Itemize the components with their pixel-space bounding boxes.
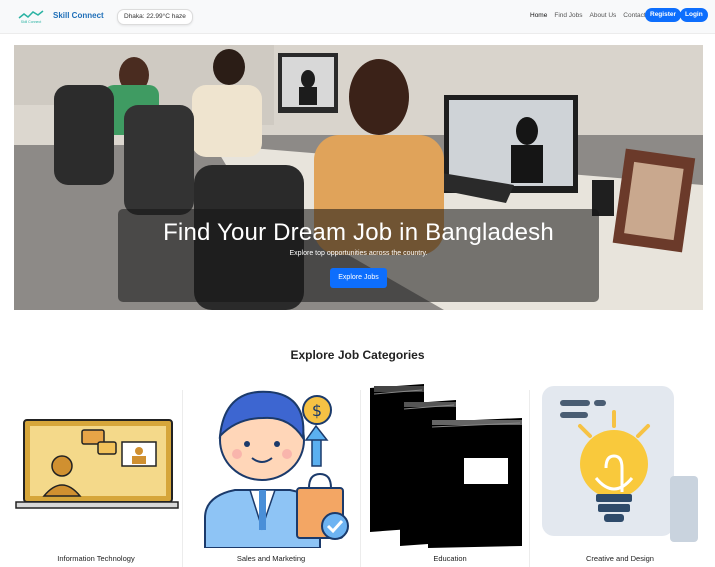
- books-icon: [370, 384, 522, 548]
- card-divider: [182, 390, 183, 567]
- brand-name[interactable]: Skill Connect: [53, 11, 104, 20]
- brand-logo[interactable]: Skill Connect: [18, 8, 44, 24]
- nav-link-home[interactable]: Home: [530, 12, 547, 19]
- hero-overlay: Find Your Dream Job in Bangladesh Explor…: [118, 209, 599, 302]
- weather-badge: Dhaka: 22.99°C haze: [117, 9, 193, 25]
- navbar: Skill Connect Skill Connect Dhaka: 22.99…: [0, 0, 715, 34]
- explore-jobs-button[interactable]: Explore Jobs: [330, 268, 387, 288]
- svg-text:Skill Connect: Skill Connect: [21, 20, 41, 24]
- category-label: Education: [433, 554, 467, 563]
- register-button[interactable]: Register: [645, 8, 682, 22]
- category-label: Creative and Design: [586, 554, 654, 563]
- category-card-education[interactable]: Education: [364, 378, 536, 567]
- hero-title: Find Your Dream Job in Bangladesh: [163, 219, 554, 246]
- online-meeting-icon: [15, 419, 179, 509]
- card-divider: [529, 390, 530, 567]
- hero-subtitle: Explore top opportunities across the cou…: [289, 250, 428, 257]
- brand-logo-icon: Skill Connect: [18, 10, 44, 24]
- category-card-sales-and-marketing[interactable]: $ Sales and Marketing: [185, 378, 357, 567]
- nav-link-contact[interactable]: Contact: [623, 12, 645, 19]
- card-divider: [360, 390, 361, 567]
- nav-link-find-jobs[interactable]: Find Jobs: [554, 12, 582, 19]
- lightbulb-icon: [542, 386, 698, 542]
- category-label: Information Technology: [57, 554, 135, 563]
- nav-link-about-us[interactable]: About Us: [590, 12, 617, 19]
- category-card-creative-and-design[interactable]: Creative and Design: [534, 378, 706, 567]
- nav-links: Home Find Jobs About Us Contact: [530, 12, 653, 19]
- salesperson-icon: $: [204, 390, 349, 548]
- category-label: Sales and Marketing: [236, 554, 306, 563]
- login-button[interactable]: Login: [680, 8, 708, 22]
- category-card-information-technology[interactable]: Information Technology: [10, 378, 182, 567]
- hero-banner: Find Your Dream Job in Bangladesh Explor…: [14, 45, 703, 310]
- svg-text:$: $: [312, 401, 322, 420]
- categories-title: Explore Job Categories: [290, 348, 425, 362]
